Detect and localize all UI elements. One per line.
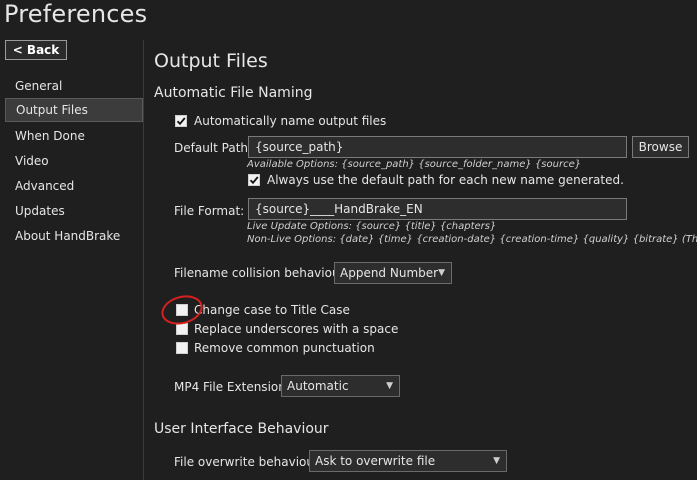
- title-case-label: Change case to Title Case: [194, 303, 350, 317]
- sidebar-item-output-files[interactable]: Output Files: [5, 98, 143, 122]
- page-title: Output Files: [154, 50, 268, 72]
- auto-name-label: Automatically name output files: [194, 114, 387, 128]
- sidebar-item-updates[interactable]: Updates: [5, 199, 143, 223]
- sidebar-item-advanced[interactable]: Advanced: [5, 174, 143, 198]
- chevron-down-icon: ▼: [386, 381, 393, 391]
- overwrite-behaviour-label: File overwrite behaviour:: [174, 455, 323, 469]
- section-title-auto-naming: Automatic File Naming: [154, 85, 313, 101]
- browse-button[interactable]: Browse: [632, 136, 689, 158]
- back-button[interactable]: < Back: [5, 40, 67, 60]
- mp4-extension-value: Automatic: [287, 379, 349, 393]
- sidebar-divider: [143, 40, 144, 480]
- sidebar-item-general[interactable]: General: [5, 74, 143, 98]
- file-format-input[interactable]: {source}____HandBrake_EN: [248, 198, 627, 220]
- sidebar-item-about[interactable]: About HandBrake: [5, 224, 143, 248]
- overwrite-behaviour-value: Ask to overwrite file: [315, 454, 436, 468]
- checkmark-icon: [249, 176, 259, 185]
- remove-punctuation-label: Remove common punctuation: [194, 341, 375, 355]
- collision-label: Filename collision behaviour:: [174, 266, 349, 280]
- always-default-path-checkbox[interactable]: [248, 174, 260, 186]
- live-options-hint: Live Update Options: {source} {title} {c…: [247, 221, 497, 232]
- always-default-path-label: Always use the default path for each new…: [267, 173, 624, 187]
- chevron-down-icon: ▼: [438, 268, 445, 278]
- sidebar-item-when-done[interactable]: When Done: [5, 124, 143, 148]
- default-path-input[interactable]: {source_path}: [248, 136, 627, 158]
- collision-dropdown[interactable]: Append Number ▼: [334, 262, 452, 284]
- collision-value: Append Number: [340, 266, 439, 280]
- remove-punctuation-checkbox[interactable]: [176, 342, 188, 354]
- sidebar-item-video[interactable]: Video: [5, 149, 143, 173]
- overwrite-behaviour-dropdown[interactable]: Ask to overwrite file ▼: [309, 450, 507, 472]
- mp4-extension-label: MP4 File Extension:: [174, 380, 290, 394]
- nonlive-options-hint: Non-Live Options: {date} {time} {creatio…: [247, 234, 697, 245]
- replace-underscores-label: Replace underscores with a space: [194, 322, 399, 336]
- auto-name-checkbox[interactable]: [175, 115, 187, 127]
- section-title-ui-behaviour: User Interface Behaviour: [154, 421, 329, 437]
- default-path-label: Default Path:: [174, 141, 253, 155]
- checkmark-icon: [176, 117, 186, 126]
- file-format-label: File Format:: [174, 204, 245, 218]
- window-title: Preferences: [4, 0, 148, 28]
- chevron-down-icon: ▼: [493, 456, 500, 466]
- path-options-hint: Available Options: {source_path} {source…: [247, 159, 582, 170]
- mp4-extension-dropdown[interactable]: Automatic ▼: [281, 375, 400, 397]
